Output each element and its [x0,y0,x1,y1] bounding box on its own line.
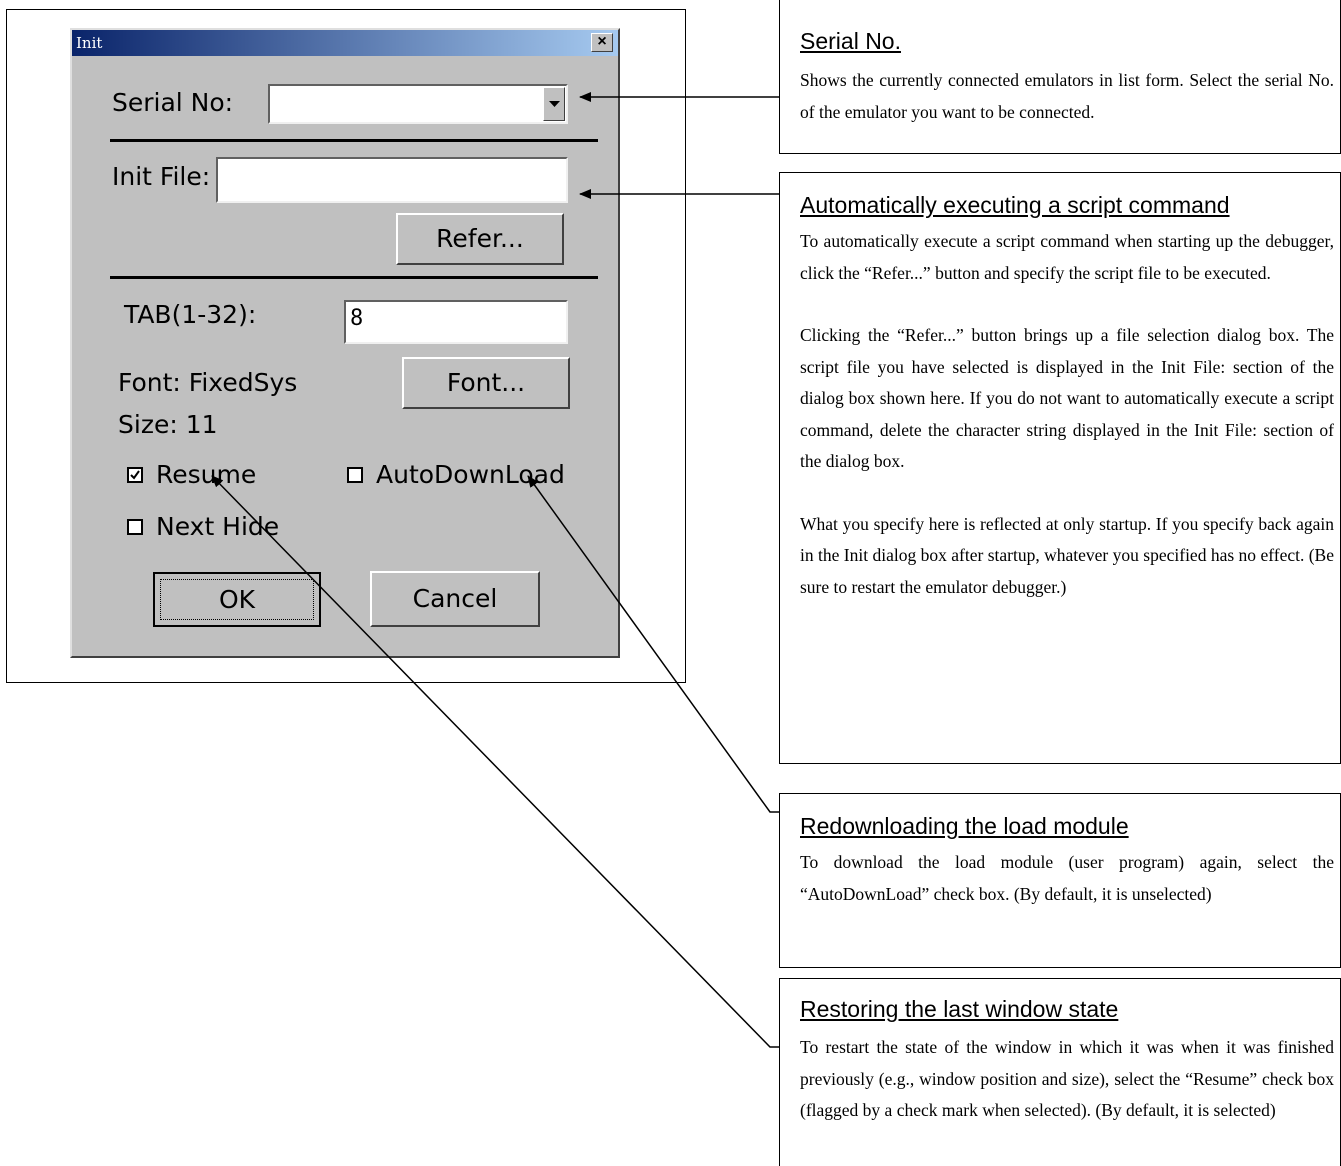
separator-middle [110,276,598,279]
tab-width-label: TAB(1-32): [124,300,257,329]
note-script-heading: Automatically executing a script command [800,192,1230,218]
note-serial-no: Serial No. Shows the currently connected… [779,0,1341,154]
resume-label[interactable]: Resume [156,460,256,489]
autodownload-checkbox[interactable] [347,467,363,483]
note-redownload: Redownloading the load module To downloa… [779,793,1341,968]
close-icon: × [597,33,607,50]
note-paragraph: Shows the currently connected emulators … [800,70,1334,122]
resume-checkbox[interactable] [127,467,143,483]
note-paragraph: To automatically execute a script comman… [800,231,1334,283]
refer-button[interactable]: Refer... [396,213,564,265]
next-hide-checkbox[interactable] [127,519,143,535]
close-button[interactable]: × [591,33,613,52]
font-size-label: Size: 11 [118,410,218,439]
check-mark-icon [130,470,140,480]
ok-button[interactable]: OK [153,572,321,627]
font-button[interactable]: Font... [402,357,570,409]
chevron-down-icon [549,101,560,107]
note-redownload-body: To download the load module (user progra… [800,847,1334,910]
note-paragraph: To download the load module (user progra… [800,852,1334,904]
focus-rectangle [160,579,314,620]
serial-no-select[interactable] [268,84,568,124]
separator-top [110,139,598,142]
autodownload-label[interactable]: AutoDownLoad [376,460,565,489]
note-serial-body: Shows the currently connected emulators … [800,65,1334,128]
note-paragraph: What you specify here is reflected at on… [800,513,1334,597]
cancel-button[interactable]: Cancel [370,571,540,627]
title-bar[interactable]: Init × [72,30,618,56]
init-file-label: Init File: [112,162,211,191]
init-dialog: Init × Serial No: Init File: Refer... TA… [70,28,620,658]
note-script-body: To automatically execute a script comman… [800,226,1334,603]
note-restore-window: Restoring the last window state To resta… [779,978,1341,1166]
next-hide-label[interactable]: Next Hide [156,512,279,541]
serial-no-label: Serial No: [112,88,234,117]
serial-no-dropdown-button[interactable] [543,87,565,121]
font-name-label: Font: FixedSys [118,368,298,397]
note-serial-heading: Serial No. [800,28,901,54]
note-script-command: Automatically executing a script command… [779,172,1341,764]
note-redownload-heading: Redownloading the load module [800,813,1129,839]
note-paragraph: To restart the state of the window in wh… [800,1037,1334,1120]
note-restore-body: To restart the state of the window in wh… [800,1032,1334,1127]
dialog-title: Init [76,34,103,52]
tab-width-input[interactable]: 8 [344,300,568,344]
tab-width-value: 8 [350,306,364,331]
note-restore-heading: Restoring the last window state [800,996,1119,1022]
init-file-input[interactable] [216,157,568,203]
note-paragraph: Clicking the “Refer...” button brings up… [800,325,1334,471]
